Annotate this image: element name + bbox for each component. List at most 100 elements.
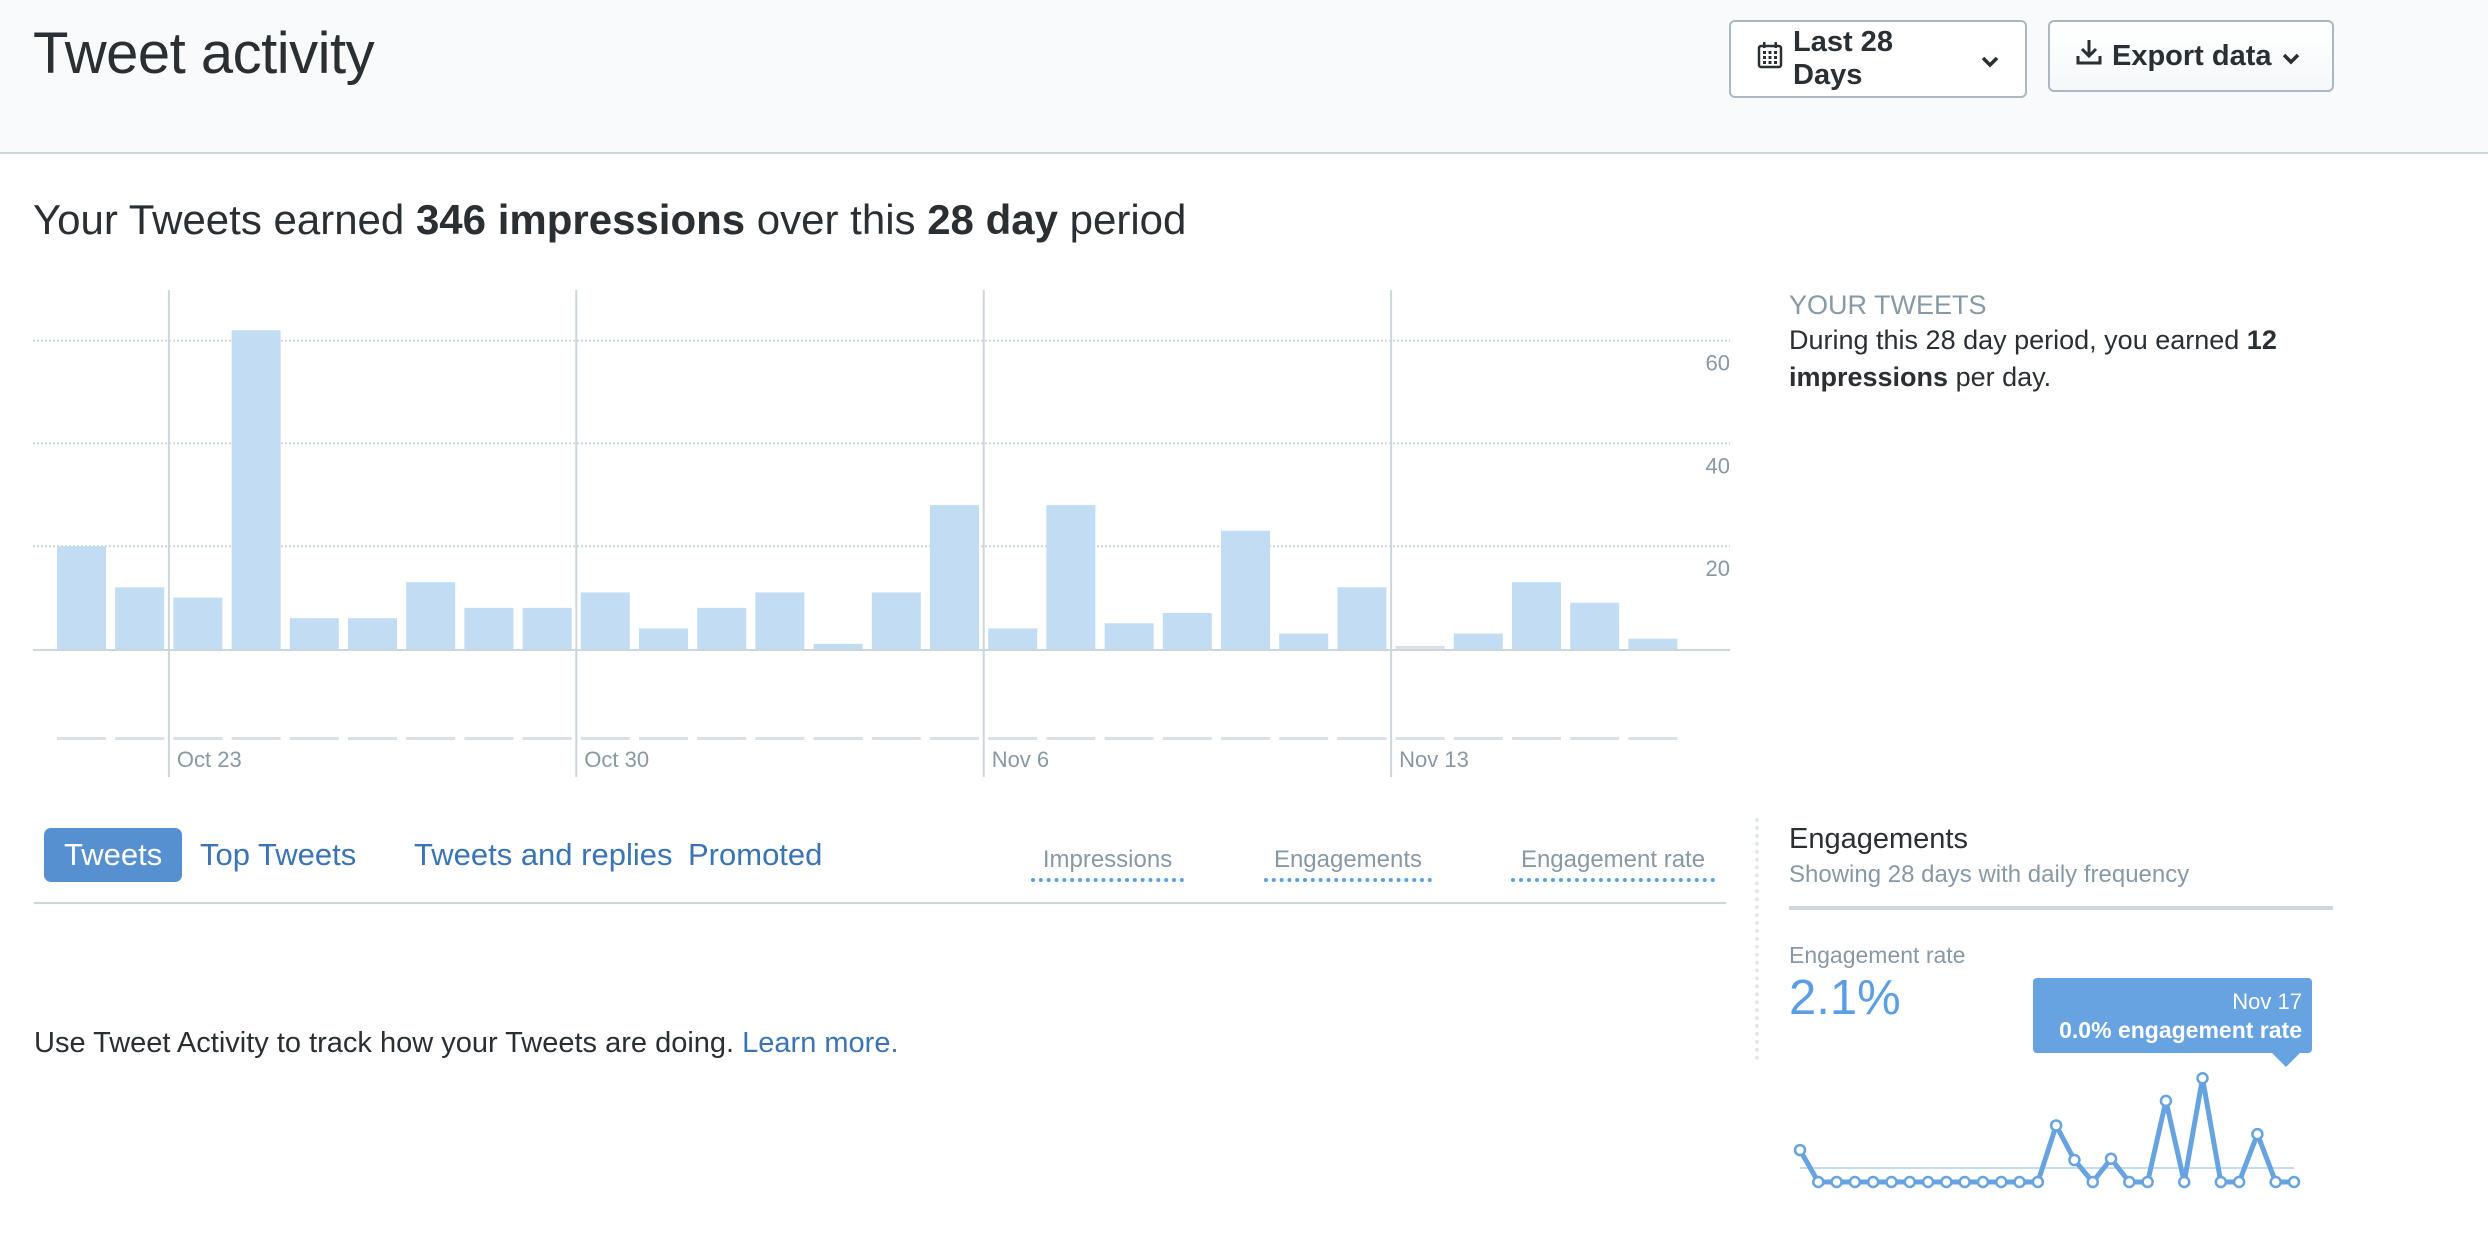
page-title: Tweet activity — [33, 21, 375, 86]
page-header: Tweet activity Last 28 Days Export data — [0, 0, 2488, 154]
data-point — [2068, 1153, 2081, 1167]
bar-placeholder — [1628, 737, 1678, 740]
your-tweets-summary: YOUR TWEETS During this 28 day period, y… — [1789, 288, 2349, 396]
chevron-down-icon — [1981, 43, 1999, 76]
bar — [813, 643, 863, 649]
tweet-tabs: Tweets Top Tweets Tweets and replies Pro… — [34, 828, 1726, 904]
date-range-button[interactable]: Last 28 Days — [1729, 20, 2027, 98]
bar-placeholder — [57, 737, 106, 740]
bar-placeholder — [871, 737, 921, 740]
bar-placeholder — [173, 737, 223, 740]
engagements-title: Engagements — [1789, 823, 1968, 855]
data-point — [2232, 1175, 2246, 1189]
bar-placeholder — [1046, 737, 1096, 740]
bar — [231, 330, 281, 649]
bar — [1046, 505, 1096, 649]
bar-placeholder — [1512, 737, 1561, 740]
bar-placeholder — [988, 737, 1038, 740]
data-point — [1793, 1143, 1807, 1157]
bar-placeholder — [522, 737, 572, 740]
engagements-subtitle: Showing 28 days with daily frequency — [1789, 861, 2190, 888]
bar — [755, 592, 805, 649]
x-tick-label: Nov 13 — [1399, 747, 1469, 772]
engagement-rate-sparkline — [1793, 1072, 2301, 1189]
impressions-summary: Your Tweets earned 346 impressions over … — [33, 192, 1186, 248]
empty-state-message: Use Tweet Activity to track how your Twe… — [34, 1024, 899, 1062]
bar — [464, 607, 514, 649]
engagement-rate-label: Engagement rate — [1789, 942, 1966, 968]
data-point — [2013, 1175, 2026, 1189]
tab-top-tweets[interactable]: Top Tweets — [180, 828, 376, 882]
engagement-rate-line — [1797, 1075, 2294, 1185]
your-tweets-text: During this 28 day period, you earned 12… — [1789, 322, 2349, 396]
bar-placeholder — [348, 737, 397, 740]
data-point — [2196, 1072, 2209, 1085]
x-tick-label: Oct 30 — [584, 747, 649, 772]
bar — [1628, 638, 1678, 649]
data-point — [2177, 1175, 2191, 1189]
bar-zero-marker — [1395, 646, 1445, 649]
data-point — [2214, 1175, 2228, 1189]
x-tick-label: Oct 23 — [177, 747, 242, 772]
bar — [348, 618, 397, 649]
data-point — [2086, 1175, 2099, 1189]
your-tweets-text-suffix: per day. — [1948, 362, 2052, 392]
metric-engagements[interactable]: Engagements — [1264, 846, 1432, 882]
calendar-icon — [1757, 41, 1783, 77]
metric-engagement-rate[interactable]: Engagement rate — [1511, 846, 1715, 882]
summary-period: 28 day — [927, 196, 1058, 243]
tab-tweets-and-replies[interactable]: Tweets and replies — [394, 828, 692, 882]
data-point — [1903, 1175, 1917, 1189]
data-point — [2049, 1119, 2063, 1132]
bar-placeholder — [464, 737, 514, 740]
bar — [1337, 587, 1387, 649]
bar-placeholder — [930, 737, 979, 740]
data-point — [1866, 1175, 1880, 1189]
data-point — [1958, 1175, 1971, 1189]
bar — [1221, 530, 1270, 649]
bar — [57, 546, 106, 649]
bar-placeholder — [1570, 737, 1620, 740]
bar — [1512, 582, 1561, 649]
data-point — [2104, 1152, 2118, 1165]
bar — [1104, 623, 1154, 649]
download-icon — [2076, 38, 2102, 74]
metric-impressions[interactable]: Impressions — [1031, 846, 1184, 882]
impressions-bar-chart: 20 40 60 Oct 23 Oct 30 Nov 6 Nov 13 — [33, 290, 1730, 777]
data-point — [1848, 1175, 1862, 1189]
engagements-divider — [1789, 906, 2333, 910]
bar-placeholder — [1395, 737, 1445, 740]
summary-prefix: Your Tweets earned — [33, 196, 416, 243]
bar-placeholder — [697, 737, 747, 740]
y-tick-label: 60 — [1706, 351, 1730, 376]
data-point — [2031, 1175, 2045, 1189]
tab-tweets[interactable]: Tweets — [44, 828, 183, 882]
tooltip-value: 0.0% engagement rate — [2059, 1017, 2302, 1043]
bar-placeholder — [639, 737, 688, 740]
tab-promoted[interactable]: Promoted — [668, 828, 842, 882]
bar-placeholder — [1221, 737, 1270, 740]
data-point — [1812, 1175, 1825, 1189]
bar — [406, 582, 456, 649]
date-range-label: Last 28 Days — [1793, 26, 1893, 91]
data-point — [1830, 1175, 1843, 1189]
export-data-button[interactable]: Export data — [2048, 20, 2334, 92]
bar-placeholder — [231, 737, 281, 740]
bar — [580, 592, 630, 649]
your-tweets-text-prefix: During this 28 day period, you earned — [1789, 325, 2247, 355]
bar — [871, 592, 921, 649]
engagement-rate-value: 2.1% — [1789, 971, 1901, 1025]
bar — [1279, 633, 1329, 649]
learn-more-link[interactable]: Learn more. — [742, 1027, 898, 1059]
bar — [639, 628, 688, 649]
y-tick-label: 40 — [1706, 453, 1730, 478]
bar — [289, 618, 339, 649]
bar-placeholder — [1279, 737, 1329, 740]
data-point — [1921, 1175, 1935, 1189]
bar-placeholder — [580, 737, 630, 740]
summary-suffix: period — [1057, 196, 1187, 243]
bar-placeholder — [755, 737, 805, 740]
bar — [988, 628, 1038, 649]
bar-placeholder — [1162, 737, 1212, 740]
tooltip-date: Nov 17 — [2232, 989, 2302, 1014]
